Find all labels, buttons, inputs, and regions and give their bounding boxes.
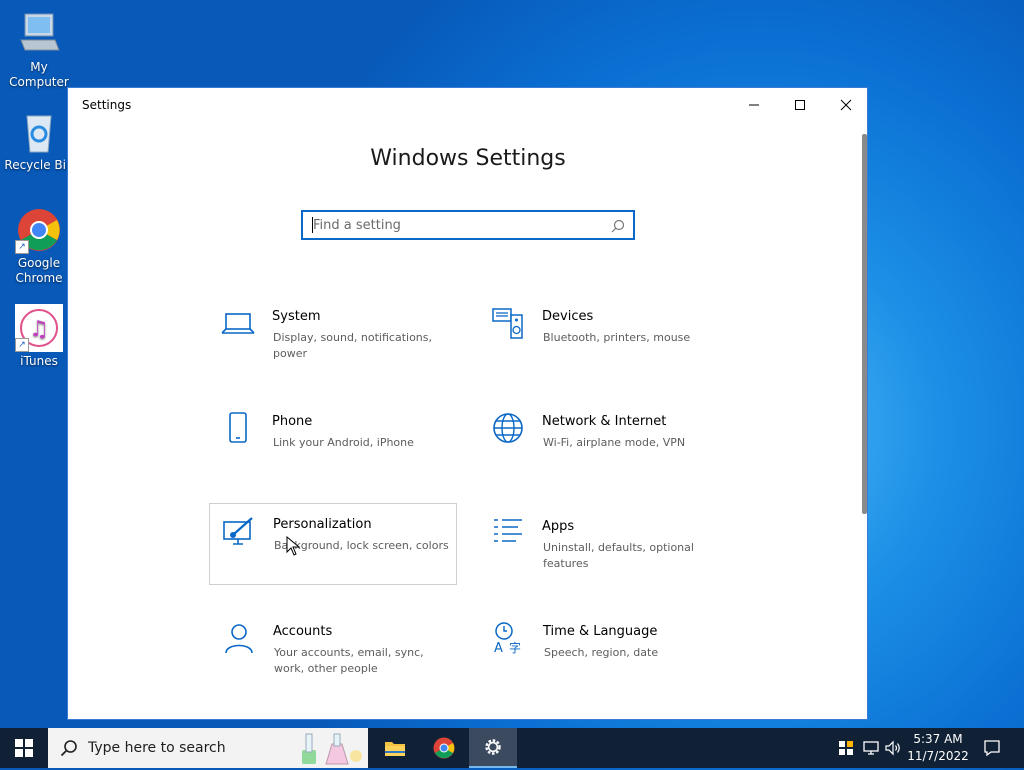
shortcut-arrow-icon: ↗ xyxy=(15,338,29,352)
window-title: Settings xyxy=(82,98,132,112)
search-icon xyxy=(60,739,78,761)
itunes-icon: ♫ ↗ xyxy=(15,304,63,352)
maximize-icon xyxy=(795,100,805,110)
tile-devices[interactable]: Devices Bluetooth, printers, mouse xyxy=(479,296,727,378)
svg-text:♫: ♫ xyxy=(29,317,49,342)
tile-time-language[interactable]: A字 Time & Language Speech, region, date xyxy=(480,611,728,693)
folder-icon xyxy=(385,742,405,756)
time-language-icon: A字 xyxy=(492,621,526,656)
clock-time: 5:37 AM xyxy=(913,732,963,746)
page-title: Windows Settings xyxy=(370,146,566,171)
phone-icon xyxy=(221,411,255,445)
text-caret xyxy=(312,217,313,233)
chrome-icon: ↗ xyxy=(15,206,63,254)
network-icon[interactable] xyxy=(860,728,882,768)
svg-text:A: A xyxy=(494,641,503,655)
globe-icon xyxy=(491,411,525,445)
settings-window: Settings Windows Settings System Display… xyxy=(67,87,868,720)
clock-date: 11/7/2022 xyxy=(907,749,969,763)
notification-icon xyxy=(984,740,1000,757)
laptop-icon xyxy=(221,306,255,340)
gear-icon xyxy=(485,739,501,755)
apps-list-icon xyxy=(491,516,525,550)
recycle-bin-icon xyxy=(15,108,63,156)
tile-description: Background, lock screen, colors xyxy=(274,539,449,552)
tray-security-icon[interactable] xyxy=(836,728,856,768)
tile-network-internet[interactable]: Network & Internet Wi-Fi, airplane mode,… xyxy=(479,401,727,483)
person-icon xyxy=(222,621,256,655)
tile-title: System xyxy=(272,309,321,324)
minimize-button[interactable] xyxy=(731,88,777,122)
tile-title: Network & Internet xyxy=(542,414,667,429)
tile-title: Personalization xyxy=(273,517,372,532)
tile-description: Link your Android, iPhone xyxy=(273,436,414,449)
close-icon xyxy=(840,99,852,111)
devices-icon xyxy=(491,306,525,340)
tile-title: Devices xyxy=(542,309,594,324)
taskbar-chrome[interactable] xyxy=(420,728,468,768)
minimize-icon xyxy=(749,104,759,106)
tile-title: Time & Language xyxy=(543,624,658,639)
taskbar-search-box[interactable]: Type here to search xyxy=(48,728,368,768)
tile-description: Speech, region, date xyxy=(544,646,659,659)
search-input[interactable] xyxy=(303,212,603,238)
computer-icon xyxy=(15,10,63,58)
search-highlight-illustration-icon xyxy=(296,730,366,770)
notifications-button[interactable] xyxy=(978,728,1006,768)
tile-title: Apps xyxy=(542,519,575,534)
tile-title: Accounts xyxy=(273,624,333,639)
search-box[interactable] xyxy=(301,210,635,240)
chrome-icon xyxy=(433,737,455,759)
search-icon[interactable] xyxy=(611,218,625,237)
taskbar: Type here to search 5:37 AM 11/7/2022 xyxy=(0,728,1024,768)
taskbar-file-explorer[interactable] xyxy=(371,728,419,768)
tile-title: Phone xyxy=(272,414,313,429)
scrollbar[interactable] xyxy=(862,134,867,514)
svg-text:字: 字 xyxy=(509,640,521,655)
personalization-icon xyxy=(222,514,256,548)
desktop-icon-label: My Computer xyxy=(9,60,69,89)
tile-description: Bluetooth, printers, mouse xyxy=(543,331,691,344)
tile-description: Uninstall, defaults, optional features xyxy=(543,541,694,570)
taskbar-settings[interactable] xyxy=(469,728,517,768)
desktop-icon-my-computer[interactable]: My Computer xyxy=(0,10,78,90)
tile-description: Wi-Fi, airplane mode, VPN xyxy=(543,436,686,449)
maximize-button[interactable] xyxy=(777,88,823,122)
title-bar[interactable]: Settings xyxy=(68,88,867,122)
tile-system[interactable]: System Display, sound, notifications, po… xyxy=(209,296,457,378)
tile-description: Your accounts, email, sync, work, other … xyxy=(274,646,424,675)
start-button[interactable] xyxy=(0,728,48,768)
taskbar-clock[interactable]: 5:37 AM 11/7/2022 xyxy=(902,731,974,765)
tile-personalization[interactable]: Personalization Background, lock screen,… xyxy=(209,503,457,585)
volume-icon[interactable] xyxy=(882,728,904,768)
tile-phone[interactable]: Phone Link your Android, iPhone xyxy=(209,401,457,483)
shortcut-arrow-icon: ↗ xyxy=(15,240,29,254)
close-button[interactable] xyxy=(823,88,869,122)
tile-description: Display, sound, notifications, power xyxy=(273,331,433,360)
tile-accounts[interactable]: Accounts Your accounts, email, sync, wor… xyxy=(210,611,458,693)
tile-apps[interactable]: Apps Uninstall, defaults, optional featu… xyxy=(479,506,727,588)
windows-logo-icon xyxy=(15,739,33,757)
taskbar-search-placeholder: Type here to search xyxy=(88,740,226,756)
mouse-cursor-icon xyxy=(286,535,301,560)
